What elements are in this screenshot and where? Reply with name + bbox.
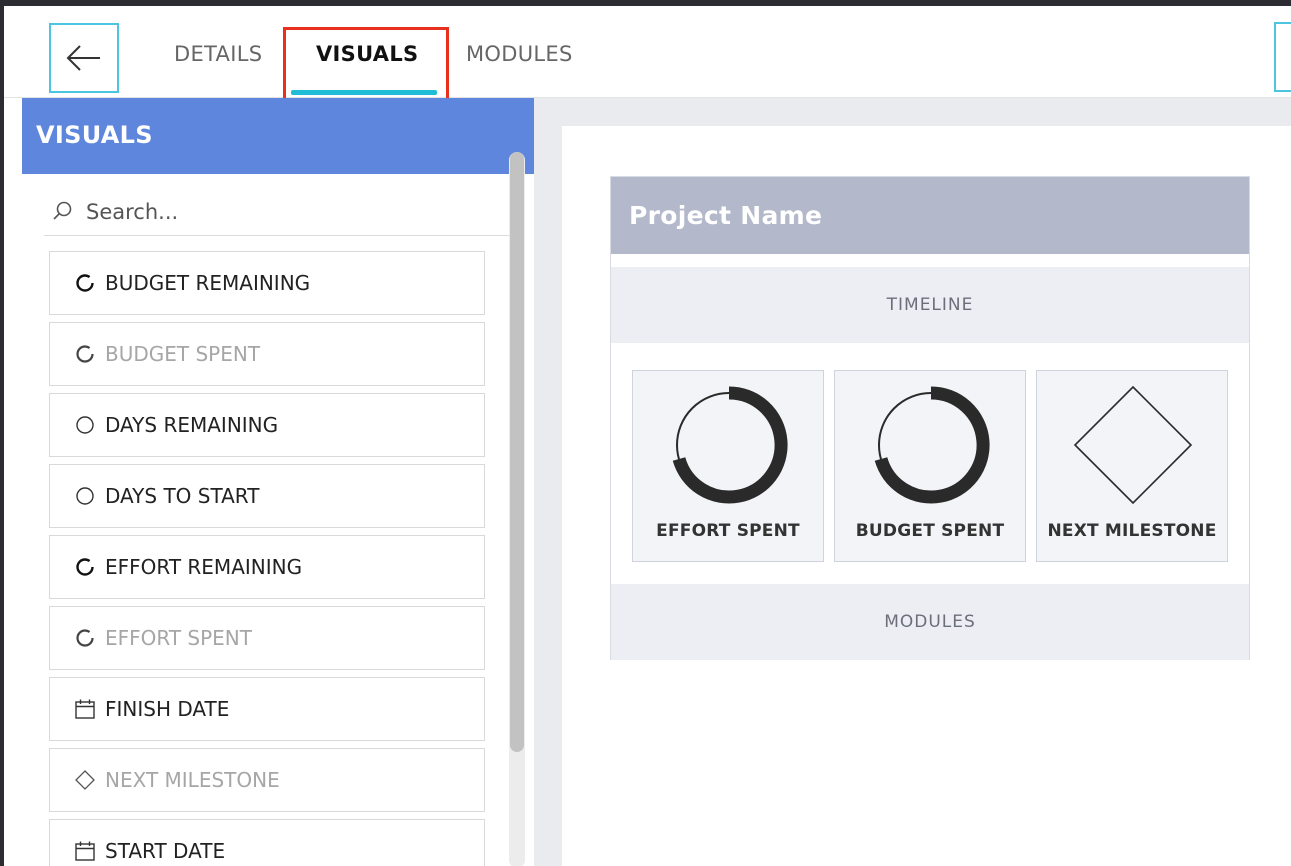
- search-input[interactable]: [86, 196, 506, 228]
- list-item-start-date[interactable]: START DATE: [49, 819, 485, 866]
- list-item-label: START DATE: [105, 839, 226, 863]
- search-bar: [44, 194, 510, 236]
- project-name: Project Name: [611, 177, 1249, 254]
- tab-modules[interactable]: MODULES: [466, 42, 573, 66]
- header-action-button[interactable]: [1274, 22, 1291, 92]
- timeline-label: TIMELINE: [886, 295, 974, 315]
- calendar-icon: [74, 840, 96, 862]
- list-item-label: FINISH DATE: [105, 697, 230, 721]
- list-item-label: BUDGET SPENT: [105, 342, 261, 366]
- list-item-label: EFFORT SPENT: [105, 626, 252, 650]
- widget-effort-spent[interactable]: EFFORT SPENT: [632, 370, 824, 562]
- progress-ring-icon: [874, 386, 990, 504]
- widget-next-milestone[interactable]: NEXT MILESTONE: [1036, 370, 1228, 562]
- list-item-label: NEXT MILESTONE: [105, 768, 280, 792]
- modules-label: MODULES: [884, 612, 976, 632]
- ring-icon: [74, 343, 96, 365]
- list-item-days-remaining[interactable]: DAYS REMAINING: [49, 393, 485, 457]
- arrow-left-icon: [66, 45, 100, 71]
- widget-label: NEXT MILESTONE: [1047, 521, 1217, 541]
- calendar-icon: [74, 698, 96, 720]
- list-item-effort-spent[interactable]: EFFORT SPENT: [49, 606, 485, 670]
- search-icon: [53, 201, 72, 220]
- ring-icon: [74, 627, 96, 649]
- timeline-section[interactable]: TIMELINE: [611, 267, 1249, 343]
- list-item-label: DAYS TO START: [105, 484, 260, 508]
- diamond-icon: [74, 769, 96, 791]
- list-item-budget-spent[interactable]: BUDGET SPENT: [49, 322, 485, 386]
- list-item-days-to-start[interactable]: DAYS TO START: [49, 464, 485, 528]
- widget-label: EFFORT SPENT: [656, 521, 800, 541]
- scrollbar-thumb[interactable]: [510, 152, 524, 752]
- circle-icon: [74, 485, 96, 507]
- widget-label: BUDGET SPENT: [855, 521, 1005, 541]
- top-nav: DETAILS VISUALS MODULES: [4, 6, 1291, 105]
- circle-icon: [74, 414, 96, 436]
- list-item-effort-remaining[interactable]: EFFORT REMAINING: [49, 535, 485, 599]
- ring-icon: [74, 556, 96, 578]
- widget-budget-spent[interactable]: BUDGET SPENT: [834, 370, 1026, 562]
- back-button[interactable]: [49, 23, 119, 93]
- modules-section[interactable]: MODULES: [611, 584, 1249, 660]
- ring-icon: [74, 272, 96, 294]
- diamond-icon: [1073, 385, 1193, 505]
- highlight-annotation: [283, 27, 449, 105]
- visuals-list: BUDGET REMAINING BUDGET SPENT DAYS REMAI…: [49, 251, 485, 866]
- project-card: Project Name TIMELINE EFFORT SPENT BUDGE…: [610, 176, 1250, 660]
- tab-details[interactable]: DETAILS: [174, 42, 262, 66]
- app-window: DETAILS VISUALS MODULES VISUALS BUDGET R…: [0, 0, 1291, 866]
- list-item-finish-date[interactable]: FINISH DATE: [49, 677, 485, 741]
- list-item-label: DAYS REMAINING: [105, 413, 279, 437]
- list-item-label: EFFORT REMAINING: [105, 555, 303, 579]
- list-item-next-milestone[interactable]: NEXT MILESTONE: [49, 748, 485, 812]
- sidebar-title: VISUALS: [22, 98, 534, 174]
- progress-ring-icon: [672, 386, 788, 504]
- visuals-sidebar: VISUALS BUDGET REMAINING BUDGET SPENT: [4, 98, 534, 866]
- list-item-budget-remaining[interactable]: BUDGET REMAINING: [49, 251, 485, 315]
- list-item-label: BUDGET REMAINING: [105, 271, 311, 295]
